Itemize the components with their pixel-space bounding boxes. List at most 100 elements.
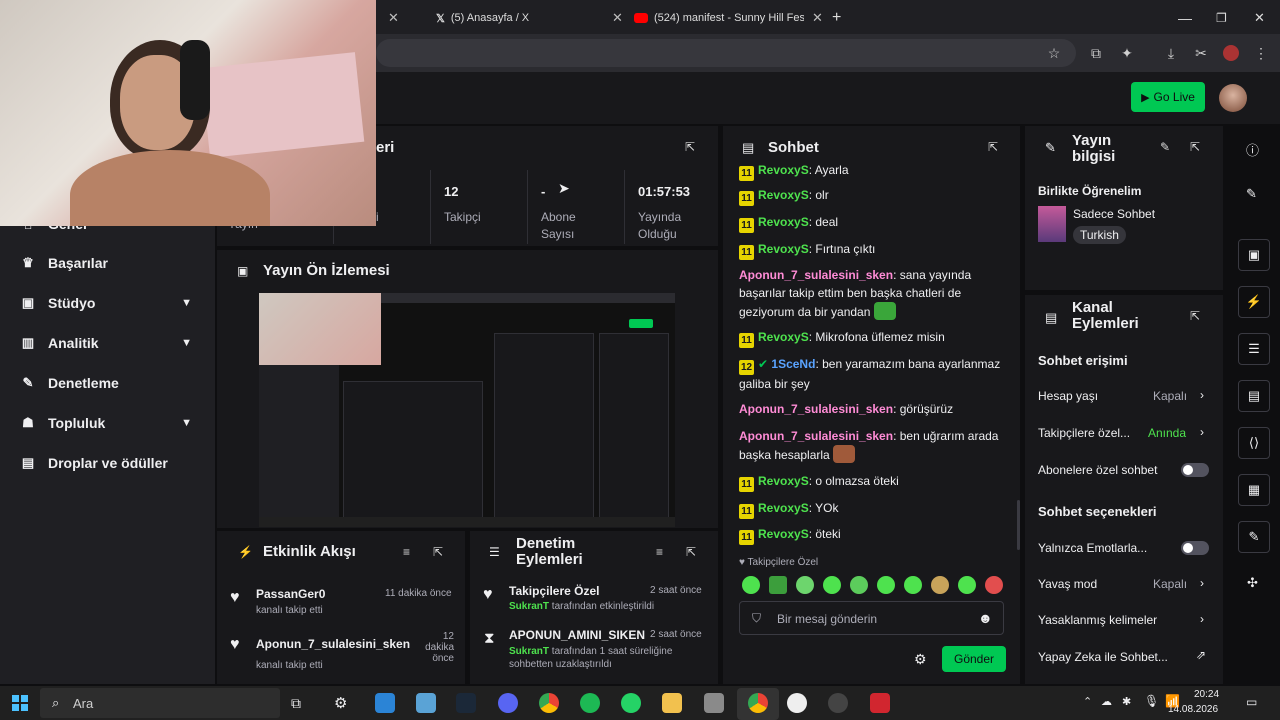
activity-user[interactable]: PassanGer0 [256,587,325,601]
category-name[interactable]: Sadece Sohbet [1073,207,1155,221]
popout-icon[interactable]: ⇱ [1190,309,1200,323]
shield-icon: ⛉ [752,611,762,625]
emote-bar[interactable] [742,576,1012,599]
rail-list-icon[interactable]: ☰ [1238,333,1270,365]
mod-action-title: APONUN_AMINI_SIKEN [509,628,646,642]
clock-time[interactable]: 20:24 [1194,689,1219,700]
new-tab-button[interactable]: + [832,4,841,32]
close-icon[interactable]: ✕ [612,10,623,26]
avatar[interactable] [1219,84,1247,112]
banned-words-label[interactable]: Yasaklanmış kelimeler [1038,613,1157,627]
menu-icon[interactable]: ⋮ [1252,44,1270,62]
bookmark-star-icon[interactable]: ☆ [1045,44,1063,62]
chevron-right-icon[interactable]: › [1200,425,1204,439]
obs-icon[interactable] [787,693,807,713]
pencil-icon[interactable]: ✎ [1246,186,1257,202]
stream-preview-video[interactable] [259,293,675,527]
section-chat-options: Sohbet seçenekleri [1038,504,1157,519]
browser-tab-1[interactable]: ✕ [380,4,420,32]
rail-preview-icon[interactable]: ▣ [1238,239,1270,271]
rail-code-icon[interactable]: ⟨⟩ [1238,427,1270,459]
followers-only-setting[interactable]: Takipçilere özel... [1038,426,1130,440]
chevron-down-icon: ▼ [181,337,192,349]
rail-channel-icon[interactable]: ▦ [1238,474,1270,506]
activity-desc: kanalı takip etti [256,660,323,671]
settings-icon[interactable]: ⚙ [914,651,927,668]
chat-message: 11 RevoxyS: o olmazsa öteki [739,472,1009,492]
chevron-right-icon[interactable]: › [1200,612,1204,626]
send-button[interactable]: Gönder [942,646,1006,672]
extensions-icon[interactable]: ✦ [1118,44,1136,62]
app-icon[interactable] [375,693,395,713]
popout-icon[interactable]: ⇱ [686,545,696,559]
close-icon[interactable]: ✕ [388,10,399,26]
maximize-icon[interactable]: ❐ [1216,4,1227,32]
sidebar-item-droplar[interactable]: ▤ Droplar ve ödüller [20,451,200,475]
chrome-icon[interactable] [748,693,768,713]
tray-chevron-icon[interactable]: ⌃ [1083,695,1092,708]
rail-chat-icon[interactable]: ▤ [1238,380,1270,412]
ai-chat-label[interactable]: Yapay Zeka ile Sohbet... [1038,650,1168,664]
popout-icon[interactable]: ⇱ [1190,140,1200,154]
minimize-icon[interactable]: — [1178,4,1192,32]
activity-user[interactable]: Aponun_7_sulalesini_sken [256,637,410,651]
close-icon[interactable]: ✕ [812,10,823,26]
section-chat-access: Sohbet erişimi [1038,353,1128,368]
app-icon[interactable] [870,693,890,713]
settings-app-icon[interactable]: ⚙ [334,694,347,712]
spotify-icon[interactable] [580,693,600,713]
chrome-icon[interactable] [539,693,559,713]
tray-icon[interactable]: ✱ [1122,695,1131,708]
external-link-icon[interactable]: ⇗ [1196,648,1206,662]
popout-icon[interactable]: ⇱ [433,545,443,559]
camera-icon[interactable] [704,693,724,713]
tag-chip[interactable]: Turkish [1073,226,1126,244]
account-age-label[interactable]: Hesap yaşı [1038,389,1098,403]
mic-icon[interactable]: 🎙 [1144,694,1159,708]
clock-date[interactable]: 14.08.2026 [1168,704,1218,715]
emote-only-toggle[interactable] [1181,541,1209,555]
window-close-icon[interactable]: ✕ [1254,4,1265,32]
tools-icon[interactable]: ✂ [1192,44,1210,62]
slow-mode-label[interactable]: Yavaş mod [1038,577,1097,591]
go-live-button[interactable]: ▶ Go Live [1131,82,1205,112]
sidebar-item-denetleme[interactable]: ✎ Denetleme [20,371,200,395]
taskbar-search[interactable]: ⌕ Ara [40,688,280,718]
task-view-icon[interactable]: ⧉ [291,695,301,712]
sidebar-item-basarilar[interactable]: ♛ Başarılar [20,251,200,275]
tray-icon[interactable]: ☁ [1101,695,1112,708]
emoji-icon[interactable]: ☻ [978,610,993,626]
profile-icon[interactable] [1222,44,1240,62]
filter-icon[interactable]: ≡ [403,545,410,559]
info-icon[interactable]: ⓘ [1246,140,1259,159]
sidebar-item-topluluk[interactable]: ☗ Topluluk ▼ [20,411,200,435]
notification-icon[interactable]: ▭ [1246,695,1257,709]
browser-tab-youtube[interactable]: (524) manifest - Sunny Hill Festi ✕ [634,4,823,32]
slow-mode-value: Kapalı [1153,577,1188,591]
discord-icon[interactable] [498,693,518,713]
download-icon[interactable]: ⤓ [1162,44,1180,62]
translate-icon[interactable]: ⧉ [1087,44,1105,62]
app-icon[interactable] [416,693,436,713]
rail-extensions-icon[interactable]: ✣ [1247,575,1258,591]
chevron-right-icon[interactable]: › [1200,388,1204,402]
browser-tab-x[interactable]: 𝕏 (5) Anasayfa / X ✕ [436,4,623,32]
filter-icon[interactable]: ≡ [656,545,663,559]
folder-icon[interactable] [662,693,682,713]
sidebar-item-studyo[interactable]: ▣ Stüdyo ▼ [20,291,200,315]
whatsapp-icon[interactable] [621,693,641,713]
steam-icon[interactable] [456,693,476,713]
sub-only-toggle[interactable] [1181,463,1209,477]
url-input[interactable] [376,39,1076,67]
chat-scrollbar[interactable] [1017,500,1020,550]
rail-wrench-icon[interactable]: ✎ [1238,521,1270,553]
rail-lightning-icon[interactable]: ⚡ [1238,286,1270,318]
chevron-right-icon[interactable]: › [1200,576,1204,590]
app-icon[interactable] [828,693,848,713]
popout-icon[interactable]: ⇱ [988,140,998,154]
edit-icon[interactable]: ✎ [1160,140,1170,154]
chat-input[interactable]: ⛉ Bir mesaj gönderin ☻ [739,601,1004,635]
popout-icon[interactable]: ⇱ [685,140,695,154]
windows-start-icon[interactable] [12,695,28,711]
sidebar-item-analitik[interactable]: ▥ Analitik ▼ [20,331,200,355]
